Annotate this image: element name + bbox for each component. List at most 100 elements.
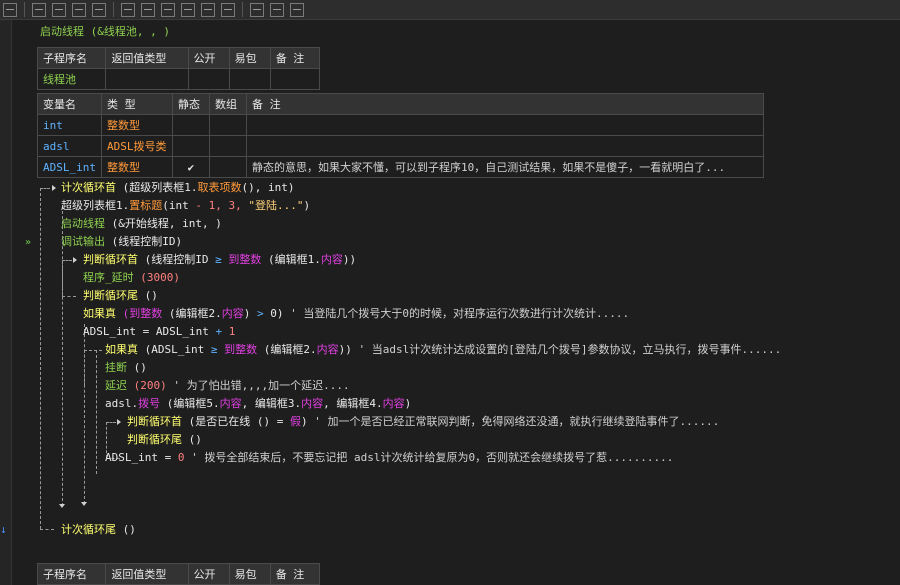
number-literal: 3, xyxy=(221,199,242,212)
static-cell[interactable] xyxy=(171,114,210,136)
code-line[interactable]: 延迟 (200) ' 为了怕出错,,,,加一个延迟.... xyxy=(105,378,350,394)
remark-cell[interactable] xyxy=(245,114,765,136)
code-text: () xyxy=(133,361,147,374)
function-name: 到整数 xyxy=(228,253,262,266)
grid-v-icon[interactable] xyxy=(270,2,284,17)
static-checkbox[interactable]: ✔ xyxy=(171,156,210,178)
loop-guide xyxy=(62,296,76,297)
code-line[interactable]: 判断循环首 (线程控制ID ≥ 到整数 (编辑框1.内容)) xyxy=(83,252,356,268)
align-top-icon[interactable] xyxy=(72,2,86,17)
array-cell[interactable] xyxy=(208,135,247,157)
code-text: , 编辑框3. xyxy=(241,397,302,410)
loop-guide xyxy=(40,188,50,189)
code-line[interactable]: 如果真 (ADSL_int ≥ 到整数 (编辑框2.内容)) ' 当adsl计次… xyxy=(105,342,781,358)
code-editor[interactable]: 启动线程 (&线程池, , ) 子程序名 返回值类型 公开 易包 备 注 线程池… xyxy=(0,20,900,585)
code-line[interactable]: 程序_延时 (3000) xyxy=(83,270,180,286)
table-header: 静态 xyxy=(171,93,210,115)
down-arrow-icon xyxy=(81,502,87,506)
code-text: ADSL_int = xyxy=(105,451,178,464)
command-keyword: 挂断 xyxy=(105,361,127,374)
static-cell[interactable] xyxy=(171,135,210,157)
center-v-icon[interactable] xyxy=(181,2,195,17)
array-cell[interactable] xyxy=(208,156,247,178)
code-text: (是否已在线 () = xyxy=(188,415,284,428)
variable-name-cell[interactable]: int xyxy=(37,114,102,136)
spread-h-icon[interactable] xyxy=(201,2,215,17)
command-args: (&线程池, , ) xyxy=(90,25,170,38)
table-header: 类 型 xyxy=(100,93,173,115)
loop-guide xyxy=(40,529,54,530)
command-keyword: 延迟 xyxy=(105,379,127,392)
variable-name-cell[interactable]: adsl xyxy=(37,135,102,157)
start-thread-line[interactable]: 启动线程 (&线程池, , ) xyxy=(40,24,170,40)
code-line[interactable]: 调试输出 (线程控制ID) xyxy=(61,234,182,250)
code-line[interactable]: ADSL_int = 0 ' 拨号全部结束后，不要忘记把 adsl计次统计给复原… xyxy=(105,450,673,466)
property-name: 内容 xyxy=(316,343,339,356)
variable-type-cell[interactable]: ADSL拨号类 xyxy=(100,135,173,157)
comment: ' 当adsl计次统计达成设置的[登陆几个拨号]参数协议，立马执行，拨号事件..… xyxy=(351,343,782,356)
return-type-cell[interactable] xyxy=(105,68,189,90)
code-text: (编辑框2. xyxy=(257,343,317,356)
variable-type-cell[interactable]: 整数型 xyxy=(100,156,173,178)
table-row[interactable]: int 整数型 xyxy=(37,114,765,136)
method-name: 拨号 xyxy=(138,397,161,410)
code-line[interactable]: 超级列表框1.置标题(int - 1, 3, "登陆...") xyxy=(61,198,310,214)
code-text: (&开始线程, int, ) xyxy=(111,217,222,230)
code-line[interactable]: 计次循环尾 () xyxy=(61,522,136,538)
property-name: 内容 xyxy=(382,397,405,410)
code-line[interactable]: 挂断 () xyxy=(105,360,147,376)
operator: > xyxy=(250,307,271,320)
code-line[interactable]: 判断循环首 (是否已在线 () = 假) ' 加一个是否已经正常联网判断，免得网… xyxy=(127,414,719,430)
loop-arrow-icon xyxy=(52,185,56,191)
method-name: 置标题 xyxy=(129,199,163,212)
code-line[interactable]: ADSL_int = ADSL_int + 1 xyxy=(83,324,235,340)
code-text: )) xyxy=(338,343,352,356)
subroutine-name-cell[interactable]: 线程池 xyxy=(36,68,107,90)
code-line[interactable]: 如果真 (到整数 (编辑框2.内容) > 0) ' 当登陆几个拨号大于0的时候，… xyxy=(83,306,629,322)
block-guide xyxy=(62,206,63,506)
variable-name-cell[interactable]: ADSL_int xyxy=(37,156,102,178)
code-text: () xyxy=(144,289,158,302)
code-line[interactable]: 判断循环尾 () xyxy=(127,432,202,448)
code-line[interactable]: 判断循环尾 () xyxy=(83,288,158,304)
public-cell[interactable] xyxy=(187,68,230,90)
string-literal: "登陆..." xyxy=(241,199,304,212)
variable-table: 变量名 类 型 静态 数组 备 注 int 整数型 adsl ADSL拨号类 A… xyxy=(37,93,765,178)
align-left-icon[interactable] xyxy=(32,2,46,17)
align-bottom-icon[interactable] xyxy=(92,2,106,17)
table-header: 备 注 xyxy=(269,47,321,69)
table-icon[interactable] xyxy=(3,2,17,17)
code-text: adsl. xyxy=(105,397,139,410)
code-text: )) xyxy=(342,253,357,266)
loop-keyword: 计次循环首 xyxy=(61,181,116,194)
table-row[interactable]: ADSL_int 整数型 ✔ 静态的意思，如果大家不懂，可以到子程序10，自己测… xyxy=(37,156,765,178)
operator: ≥ xyxy=(208,253,229,266)
array-cell[interactable] xyxy=(208,114,247,136)
down-arrow-icon xyxy=(59,504,65,508)
variable-type-cell[interactable]: 整数型 xyxy=(100,114,173,136)
if-keyword: 如果真 xyxy=(83,307,116,320)
code-text: (int xyxy=(162,199,189,212)
same-height-icon[interactable] xyxy=(141,2,155,17)
code-line[interactable]: 计次循环首 (超级列表框1.取表项数(), int) xyxy=(61,180,294,196)
table-header: 备 注 xyxy=(269,563,321,585)
grid-h-icon[interactable] xyxy=(250,2,264,17)
remark-cell[interactable] xyxy=(269,68,321,90)
table-row[interactable]: adsl ADSL拨号类 xyxy=(37,135,765,157)
center-h-icon[interactable] xyxy=(161,2,175,17)
remark-cell[interactable] xyxy=(245,135,765,157)
code-text: () xyxy=(188,433,202,446)
loop-guide xyxy=(62,260,63,296)
loop-keyword: 判断循环首 xyxy=(83,253,138,266)
bookmark-marker-icon[interactable]: ↓ xyxy=(0,523,7,536)
loop-guide xyxy=(106,422,116,423)
spread-v-icon[interactable] xyxy=(221,2,235,17)
code-line[interactable]: 启动线程 (&开始线程, int, ) xyxy=(61,216,222,232)
easy-package-cell[interactable] xyxy=(228,68,271,90)
align-right-icon[interactable] xyxy=(52,2,66,17)
code-line[interactable]: adsl.拨号 (编辑框5.内容, 编辑框3.内容, 编辑框4.内容) xyxy=(105,396,411,412)
same-width-icon[interactable] xyxy=(121,2,135,17)
breakpoint-marker-icon[interactable]: » xyxy=(25,237,31,248)
remark-cell[interactable]: 静态的意思，如果大家不懂，可以到子程序10，自己测试结果，如果不是傻子，一看就明… xyxy=(245,156,765,178)
lock-icon[interactable] xyxy=(290,2,304,17)
